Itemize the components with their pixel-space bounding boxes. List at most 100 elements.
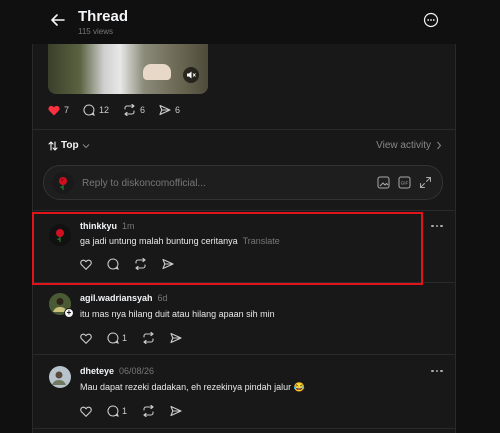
thread-panel: 7 12 6 6 Top View activity Reply to disk… — [32, 44, 456, 433]
heart-filled-icon — [48, 105, 60, 115]
views-count: 115 views — [78, 27, 113, 36]
comment-item: dheteye 06/08/26 Mau dapat rezeki dadakan… — [33, 354, 455, 433]
like-button[interactable]: 7 — [48, 105, 69, 116]
comment-body: ga jadi untung malah buntung ceritanya — [80, 236, 238, 246]
post-actions: 7 12 6 6 — [48, 102, 194, 118]
comment-time: 6d — [157, 293, 168, 303]
comment-actions: 1 — [80, 332, 197, 344]
more-options-button[interactable] — [423, 12, 439, 28]
comment-body: Mau dapat rezeki dadakan, eh rezekinya p… — [80, 382, 305, 392]
avatar[interactable] — [49, 366, 71, 388]
mute-button[interactable] — [183, 67, 199, 83]
sort-dropdown[interactable]: Top — [48, 140, 90, 151]
like-count: 7 — [64, 105, 70, 115]
repost-button[interactable] — [142, 405, 155, 417]
gif-icon[interactable]: GIF — [398, 176, 411, 189]
comment-username[interactable]: agil.wadriansyah 6d — [80, 293, 168, 303]
comment-actions: 1 — [80, 405, 197, 417]
reply-button[interactable] — [107, 258, 119, 270]
username-text: agil.wadriansyah — [80, 293, 153, 303]
send-icon — [170, 405, 182, 417]
reply-composer[interactable]: GIF — [43, 165, 443, 200]
sort-label: Top — [61, 140, 79, 151]
video-thumbnail — [143, 64, 171, 80]
rose-icon — [56, 229, 64, 242]
repost-count: 6 — [140, 105, 146, 115]
reply-button[interactable]: 12 — [83, 104, 109, 116]
comment-icon — [107, 258, 119, 270]
share-count: 6 — [175, 105, 181, 115]
heart-icon — [80, 333, 92, 344]
repost-icon — [143, 332, 154, 344]
divider — [33, 129, 455, 130]
svg-text:GIF: GIF — [401, 181, 409, 186]
expand-icon[interactable] — [419, 176, 432, 189]
share-button[interactable] — [162, 258, 174, 270]
sort-icon — [48, 140, 58, 151]
comment-text: ga jadi untung malah buntung ceritanya Tr… — [80, 236, 280, 246]
translate-link[interactable]: Translate — [243, 236, 280, 246]
comment-icon — [83, 104, 95, 116]
post-video[interactable] — [48, 44, 208, 94]
repost-icon — [124, 104, 135, 116]
send-icon — [170, 332, 182, 344]
comment-text: itu mas nya hilang duit atau hilang apaa… — [80, 309, 275, 319]
comment-more-button[interactable] — [431, 223, 445, 229]
send-icon — [159, 104, 171, 116]
reply-count: 1 — [122, 333, 128, 343]
heart-icon — [80, 259, 92, 270]
like-button[interactable] — [80, 259, 92, 270]
reply-count: 12 — [99, 105, 110, 115]
sort-row: Top View activity — [48, 140, 442, 156]
reply-tools: GIF — [377, 176, 432, 189]
back-button[interactable] — [48, 10, 68, 30]
comment-icon — [107, 332, 119, 344]
arrow-left-icon — [51, 14, 65, 26]
repost-icon — [135, 258, 146, 270]
chevron-right-icon — [437, 141, 442, 150]
speaker-muted-icon — [187, 71, 196, 79]
repost-button[interactable] — [142, 332, 155, 344]
repost-button[interactable] — [134, 258, 147, 270]
username-text: thinkkyu — [80, 221, 118, 231]
repost-button[interactable]: 6 — [123, 104, 145, 116]
comment-body: itu mas nya hilang duit atau hilang apaa… — [80, 309, 275, 319]
avatar[interactable] — [49, 224, 71, 246]
user-photo-icon — [49, 366, 71, 388]
send-icon — [162, 258, 174, 270]
view-activity-link[interactable]: View activity — [376, 140, 442, 151]
comment-icon — [107, 405, 119, 417]
comment-more-button[interactable] — [431, 368, 445, 374]
image-icon[interactable] — [377, 176, 390, 189]
thread-header: Thread 115 views — [0, 0, 500, 44]
reply-count: 1 — [122, 406, 128, 416]
avatar[interactable]: + — [49, 293, 74, 318]
share-button[interactable]: 6 — [159, 104, 180, 116]
comment-username[interactable]: dheteye 06/08/26 — [80, 366, 154, 376]
comment-text: Mau dapat rezeki dadakan, eh rezekinya p… — [80, 382, 305, 393]
chevron-down-icon — [82, 143, 89, 148]
divider — [33, 428, 455, 429]
follow-plus-button[interactable]: + — [64, 308, 74, 318]
repost-icon — [143, 405, 154, 417]
more-circle-icon — [423, 12, 439, 28]
heart-icon — [80, 406, 92, 417]
reply-button[interactable]: 1 — [107, 405, 127, 417]
username-text: dheteye — [80, 366, 115, 376]
comment-username[interactable]: thinkkyu 1m — [80, 221, 135, 231]
comment-actions — [80, 258, 189, 270]
share-button[interactable] — [170, 405, 182, 417]
comment-time: 1m — [122, 221, 135, 231]
reply-button[interactable]: 1 — [107, 332, 127, 344]
comment-item: + agil.wadriansyah 6d itu mas nya hilang … — [33, 282, 455, 352]
page-title: Thread — [78, 8, 129, 25]
avatar — [52, 172, 74, 194]
reply-input[interactable] — [82, 176, 332, 190]
comment-time: 06/08/26 — [119, 366, 155, 376]
share-button[interactable] — [170, 332, 182, 344]
like-button[interactable] — [80, 406, 92, 417]
view-activity-label: View activity — [376, 140, 431, 151]
rose-icon — [59, 177, 67, 190]
comment-item: thinkkyu 1m ga jadi untung malah buntung … — [33, 210, 455, 281]
like-button[interactable] — [80, 333, 92, 344]
